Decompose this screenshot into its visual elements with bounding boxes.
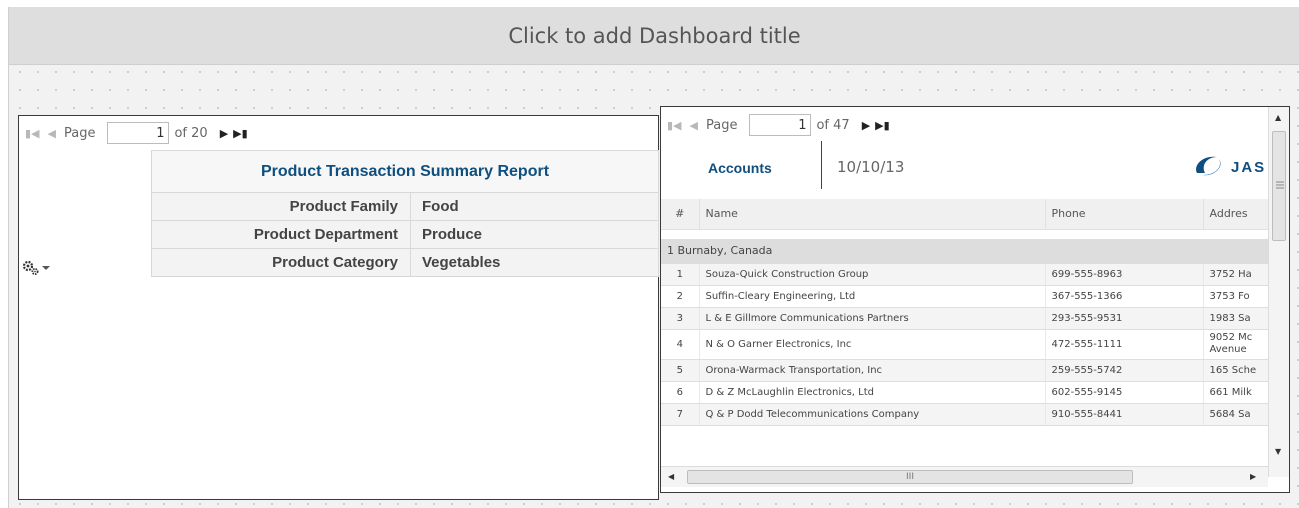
account-phone: 699-555-8963 bbox=[1045, 263, 1204, 286]
table-row[interactable]: 4 N & O Garner Electronics, Inc 472-555-… bbox=[661, 329, 1269, 360]
vertical-scroll-thumb[interactable] bbox=[1272, 131, 1286, 241]
next-page-icon[interactable]: ▶ bbox=[862, 119, 870, 132]
row-number: 3 bbox=[661, 307, 700, 330]
first-page-icon[interactable]: ▮◀ bbox=[25, 127, 40, 140]
account-phone: 293-555-9531 bbox=[1045, 307, 1204, 330]
jaspersoft-logo: JAS bbox=[1196, 156, 1266, 176]
account-phone: 910-555-8441 bbox=[1045, 403, 1204, 426]
report-field-row: Product Department Produce bbox=[151, 220, 659, 249]
scroll-left-icon[interactable]: ◀ bbox=[668, 472, 674, 481]
accounts-header: Accounts 10/10/13 JAS bbox=[661, 137, 1268, 195]
account-phone: 472-555-1111 bbox=[1045, 329, 1204, 360]
accounts-report-dashlet: ▮◀ ◀ Page of 47 ▶ ▶▮ Accounts 10/10/13 J… bbox=[660, 106, 1290, 493]
prev-page-icon[interactable]: ◀ bbox=[690, 119, 698, 132]
accounts-table: # Name Phone Addres 1 Burnaby, Canada 1 … bbox=[661, 199, 1269, 426]
logo-text: JAS bbox=[1231, 159, 1266, 176]
product-report-dashlet: ▮◀ ◀ Page of 20 ▶ ▶▮ Product Transaction… bbox=[18, 115, 659, 500]
account-address: 3753 Fo bbox=[1203, 285, 1269, 308]
dashboard-title-bar[interactable]: Click to add Dashboard title bbox=[9, 7, 1299, 65]
scroll-right-icon[interactable]: ▶ bbox=[1250, 472, 1256, 481]
last-page-icon[interactable]: ▶▮ bbox=[875, 119, 890, 132]
account-name: L & E Gillmore Communications Partners bbox=[699, 307, 1046, 330]
first-page-icon[interactable]: ▮◀ bbox=[667, 119, 682, 132]
report-date: 10/10/13 bbox=[837, 158, 905, 176]
account-name: Souza-Quick Construction Group bbox=[699, 263, 1046, 286]
column-header-number[interactable]: # bbox=[661, 199, 700, 230]
report-title: Product Transaction Summary Report bbox=[151, 150, 659, 193]
row-number: 5 bbox=[661, 359, 700, 382]
account-name: N & O Garner Electronics, Inc bbox=[699, 329, 1046, 360]
account-name: D & Z McLaughlin Electronics, Ltd bbox=[699, 381, 1046, 404]
product-family-label: Product Family bbox=[151, 192, 411, 221]
column-header-address[interactable]: Addres bbox=[1203, 199, 1269, 230]
table-row[interactable]: 5 Orona-Warmack Transportation, Inc 259-… bbox=[661, 359, 1269, 382]
report-field-row: Product Category Vegetables bbox=[151, 248, 659, 277]
account-phone: 367-555-1366 bbox=[1045, 285, 1204, 308]
column-header-name[interactable]: Name bbox=[699, 199, 1046, 230]
scroll-grip: III bbox=[906, 472, 914, 482]
account-address: 1983 Sa bbox=[1203, 307, 1269, 330]
row-number: 7 bbox=[661, 403, 700, 426]
next-page-icon[interactable]: ▶ bbox=[220, 127, 228, 140]
row-number: 6 bbox=[661, 381, 700, 404]
account-address: 9052 Mc Avenue bbox=[1203, 329, 1269, 360]
account-phone: 259-555-5742 bbox=[1045, 359, 1204, 382]
product-family-value: Food bbox=[410, 192, 659, 221]
row-number: 1 bbox=[661, 263, 700, 286]
page-count: of 20 bbox=[174, 125, 208, 141]
group-row: 1 Burnaby, Canada bbox=[661, 239, 1268, 264]
page-label: Page bbox=[63, 125, 96, 141]
row-number: 2 bbox=[661, 285, 700, 308]
table-row[interactable]: 1 Souza-Quick Construction Group 699-555… bbox=[661, 263, 1269, 286]
header-divider bbox=[821, 141, 822, 189]
column-header-phone[interactable]: Phone bbox=[1045, 199, 1204, 230]
account-name: Q & P Dodd Telecommunications Company bbox=[699, 403, 1046, 426]
table-row[interactable]: 2 Suffin-Cleary Engineering, Ltd 367-555… bbox=[661, 285, 1269, 308]
scroll-up-icon[interactable]: ▲ bbox=[1275, 113, 1281, 122]
product-category-value: Vegetables bbox=[410, 248, 659, 277]
dashboard-canvas: Click to add Dashboard title ▮◀ ◀ Page o… bbox=[8, 7, 1299, 508]
page-number-input[interactable] bbox=[749, 114, 812, 136]
table-row[interactable]: 6 D & Z McLaughlin Electronics, Ltd 602-… bbox=[661, 381, 1269, 404]
page-count: of 47 bbox=[816, 117, 850, 133]
account-address: 165 Sche bbox=[1203, 359, 1269, 382]
accounts-pager: ▮◀ ◀ Page of 47 ▶ ▶▮ bbox=[667, 114, 895, 136]
account-address: 661 Milk bbox=[1203, 381, 1269, 404]
table-row[interactable]: 3 L & E Gillmore Communications Partners… bbox=[661, 307, 1269, 330]
dashboard-title[interactable]: Click to add Dashboard title bbox=[508, 24, 800, 48]
page-label: Page bbox=[705, 117, 738, 133]
gear-icon bbox=[22, 260, 39, 275]
accounts-title: Accounts bbox=[708, 160, 772, 176]
report-options-button[interactable] bbox=[22, 260, 50, 276]
product-summary-table: Product Transaction Summary Report Produ… bbox=[151, 150, 659, 277]
vertical-scrollbar[interactable]: ▲ ▼ bbox=[1268, 107, 1289, 477]
account-name: Suffin-Cleary Engineering, Ltd bbox=[699, 285, 1046, 308]
group-label: 1 Burnaby, Canada bbox=[661, 239, 1268, 264]
header-gap bbox=[661, 229, 1268, 239]
report-field-row: Product Family Food bbox=[151, 192, 659, 221]
product-department-value: Produce bbox=[410, 220, 659, 249]
scroll-down-icon[interactable]: ▼ bbox=[1275, 447, 1281, 456]
prev-page-icon[interactable]: ◀ bbox=[48, 127, 56, 140]
table-row[interactable]: 7 Q & P Dodd Telecommunications Company … bbox=[661, 403, 1269, 426]
row-number: 4 bbox=[661, 329, 700, 360]
horizontal-scroll-thumb[interactable]: III bbox=[687, 470, 1133, 484]
account-name: Orona-Warmack Transportation, Inc bbox=[699, 359, 1046, 382]
grip-icon bbox=[1276, 181, 1284, 189]
horizontal-scrollbar[interactable]: ◀ III ▶ bbox=[661, 466, 1268, 487]
report-pager: ▮◀ ◀ Page of 20 ▶ ▶▮ bbox=[25, 122, 253, 144]
account-phone: 602-555-9145 bbox=[1045, 381, 1204, 404]
chevron-down-icon bbox=[42, 266, 50, 270]
last-page-icon[interactable]: ▶▮ bbox=[233, 127, 248, 140]
page-number-input[interactable] bbox=[107, 122, 170, 144]
product-category-label: Product Category bbox=[151, 248, 411, 277]
product-department-label: Product Department bbox=[151, 220, 411, 249]
account-address: 5684 Sa bbox=[1203, 403, 1269, 426]
account-address: 3752 Ha bbox=[1203, 263, 1269, 286]
